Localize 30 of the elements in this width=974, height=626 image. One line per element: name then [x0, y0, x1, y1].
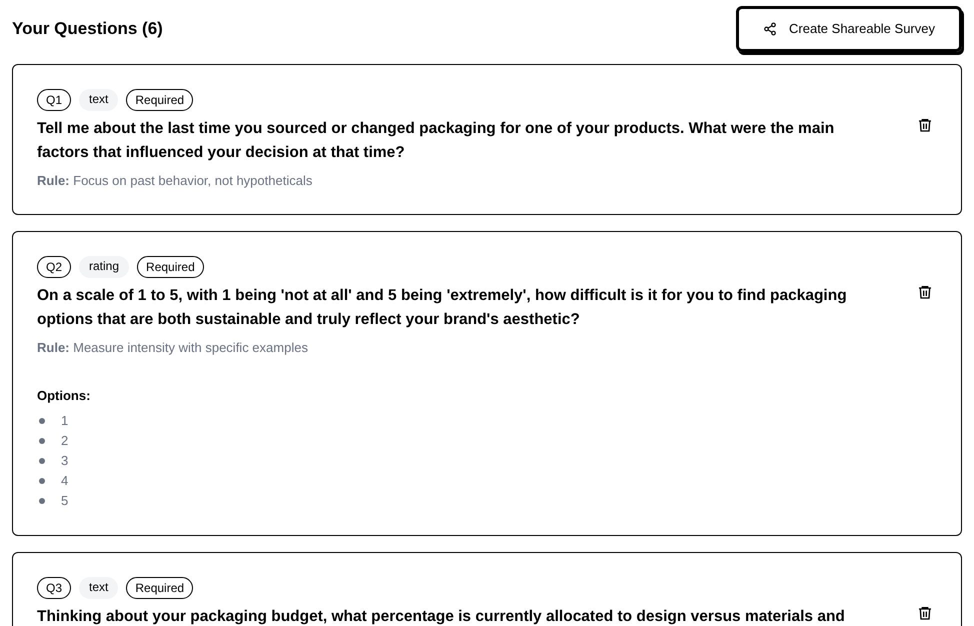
option-text: 4 [61, 472, 68, 490]
option-text: 5 [61, 492, 68, 510]
question-number-badge: Q3 [37, 577, 72, 599]
question-number-badge: Q1 [37, 88, 72, 110]
required-badge: Required [126, 88, 194, 110]
question-type-badge: text [79, 88, 118, 110]
question-number-badge: Q2 [37, 256, 72, 278]
question-rule: Rule: Measure intensity with specific examples [37, 339, 309, 357]
required-badge: Required [137, 256, 204, 278]
question-rule: Rule: Focus on past behavior, not hypotheticals [37, 172, 314, 190]
trash-icon [917, 116, 933, 132]
question-text: On a scale of 1 to 5, with 1 being 'not at all' and 5 being 'extremely', how difficult is it for you to find packaging options that are both sustainable and truly reflect your brand's aesthetic? [37, 286, 848, 330]
trash-icon [917, 284, 933, 300]
option-text: 3 [61, 452, 68, 470]
question-text: Tell me about the last time you sourced or changed packaging for one of your products. What were the main factors that influenced your decision at that time? [37, 118, 836, 162]
bullet-icon [39, 458, 45, 464]
bullet-icon [39, 478, 45, 484]
bullet-icon [39, 438, 45, 444]
bullet-icon [39, 498, 45, 504]
question-text: Thinking about your packaging budget, what percentage is currently allocated to design versus materials and [37, 607, 846, 626]
question-type-badge: text [79, 577, 118, 599]
page-title: Your Questions (6) [12, 18, 163, 40]
question-type-badge: rating [79, 256, 130, 278]
option-text: 2 [61, 432, 68, 450]
share-icon [763, 22, 778, 36]
trash-icon [917, 605, 933, 621]
options-label: Options: [37, 386, 92, 405]
required-badge: Required [126, 577, 194, 599]
bullet-icon [39, 418, 45, 424]
option-text: 1 [61, 412, 68, 430]
